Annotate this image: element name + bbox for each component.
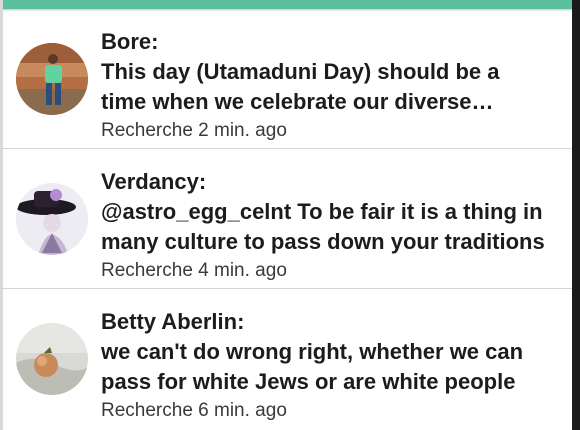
comment-text: @astro_egg_celnt To be fair it is a thin… — [101, 199, 545, 254]
avatar[interactable] — [16, 183, 88, 255]
comment-item[interactable]: Verdancy: @astro_egg_celnt To be fair it… — [3, 149, 572, 289]
user-photo-icon — [16, 43, 88, 115]
avatar[interactable] — [16, 323, 88, 395]
comment-meta: Recherche 6 min. ago — [101, 400, 287, 421]
header-accent-bar — [0, 0, 572, 9]
user-photo-icon — [16, 323, 88, 395]
comment-meta: Recherche 4 min. ago — [101, 260, 287, 281]
comment-list: Bore: This day (Utamaduni Day) should be… — [3, 9, 572, 429]
comment-author[interactable]: Betty Aberlin: — [101, 307, 547, 337]
comment-item[interactable]: Betty Aberlin: we can't do wrong right, … — [3, 289, 572, 429]
comment-meta: Recherche 2 min. ago — [101, 120, 287, 141]
right-edge — [572, 0, 580, 430]
user-photo-icon — [16, 183, 88, 255]
comment-author[interactable]: Verdancy: — [101, 167, 547, 197]
comment-author[interactable]: Bore: — [101, 27, 547, 57]
comment-text: we can't do wrong right, whether we can … — [101, 339, 524, 394]
comment-item[interactable]: Bore: This day (Utamaduni Day) should be… — [3, 9, 572, 149]
comment-text: This day (Utamaduni Day) should be a tim… — [101, 59, 500, 114]
avatar[interactable] — [16, 43, 88, 115]
